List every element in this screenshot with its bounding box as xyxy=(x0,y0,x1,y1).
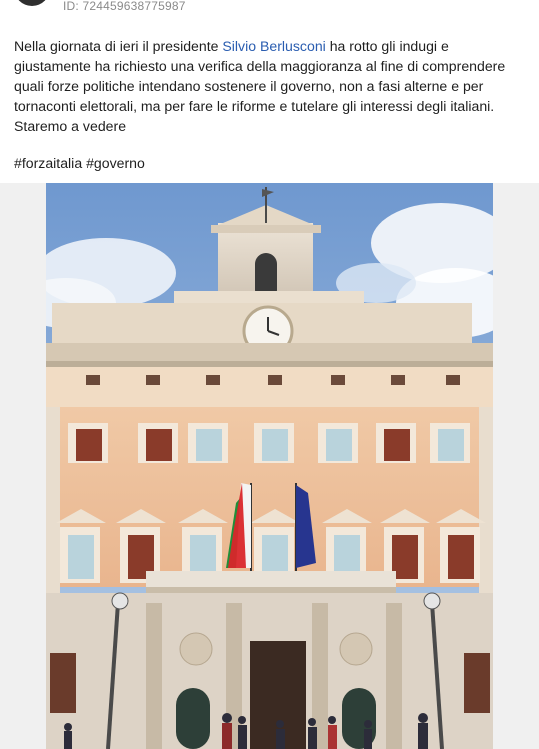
post-id: ID: 724459638775987 xyxy=(63,0,186,13)
mention-link[interactable]: Silvio Berlusconi xyxy=(222,38,325,54)
building-photo xyxy=(46,183,493,749)
post-photo[interactable] xyxy=(46,183,493,749)
post-text-start: Nella giornata di ieri il presidente xyxy=(14,38,223,54)
post-text: Nella giornata di ieri il presidente Sil… xyxy=(14,36,529,136)
post-card: ID: 724459638775987 Nella giornata di ie… xyxy=(0,0,539,183)
author-avatar[interactable] xyxy=(14,0,50,6)
post-hashtags[interactable]: #forzaitalia #governo xyxy=(14,155,145,171)
